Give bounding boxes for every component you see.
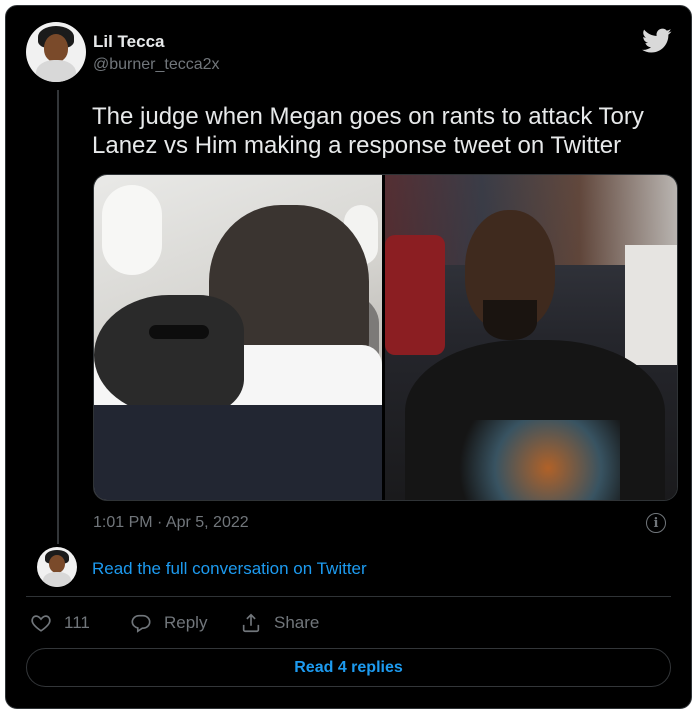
person-lying bbox=[94, 295, 244, 415]
like-count: 111 bbox=[64, 613, 90, 632]
share-label: Share bbox=[274, 613, 320, 632]
twitter-bird-icon[interactable] bbox=[642, 28, 672, 54]
tweet-text: The judge when Megan goes on rants to at… bbox=[92, 103, 644, 159]
author-avatar[interactable] bbox=[26, 22, 86, 82]
avatar-body bbox=[36, 60, 76, 82]
reply-label: Reply bbox=[164, 613, 208, 632]
read-conversation-link[interactable]: Read the full conversation on Twitter bbox=[92, 559, 367, 579]
plane-window bbox=[102, 185, 162, 275]
info-icon[interactable]: i bbox=[646, 513, 666, 533]
like-button[interactable]: 111 bbox=[30, 612, 90, 634]
embedded-tweet-card: Lil Tecca @burner_tecca2x The judge when… bbox=[5, 5, 692, 709]
red-seat bbox=[385, 235, 445, 355]
thread-line bbox=[57, 90, 59, 544]
author-handle[interactable]: @burner_tecca2x bbox=[93, 56, 220, 74]
conversation-avatar[interactable] bbox=[37, 547, 77, 587]
jacket bbox=[94, 405, 382, 500]
avatar-body bbox=[43, 572, 71, 587]
tweet-timestamp[interactable]: 1:01 PM · Apr 5, 2022 bbox=[93, 514, 249, 532]
tweet-media[interactable] bbox=[93, 174, 678, 501]
avatar-face bbox=[49, 555, 65, 573]
share-upload-icon bbox=[242, 613, 260, 633]
divider bbox=[26, 596, 671, 597]
share-button[interactable]: Share bbox=[240, 612, 319, 634]
heart-icon bbox=[31, 615, 51, 632]
media-image-right[interactable] bbox=[385, 175, 677, 500]
speech-bubble-icon bbox=[131, 614, 151, 633]
read-replies-button[interactable]: Read 4 replies bbox=[26, 648, 671, 687]
author-name[interactable]: Lil Tecca bbox=[93, 32, 165, 52]
reply-button[interactable]: Reply bbox=[130, 612, 207, 634]
beard bbox=[483, 300, 537, 340]
tshirt-print bbox=[440, 420, 620, 500]
white-suit bbox=[625, 245, 677, 365]
media-image-left[interactable] bbox=[94, 175, 382, 500]
avatar-face bbox=[44, 34, 68, 62]
sunglasses bbox=[149, 325, 209, 339]
